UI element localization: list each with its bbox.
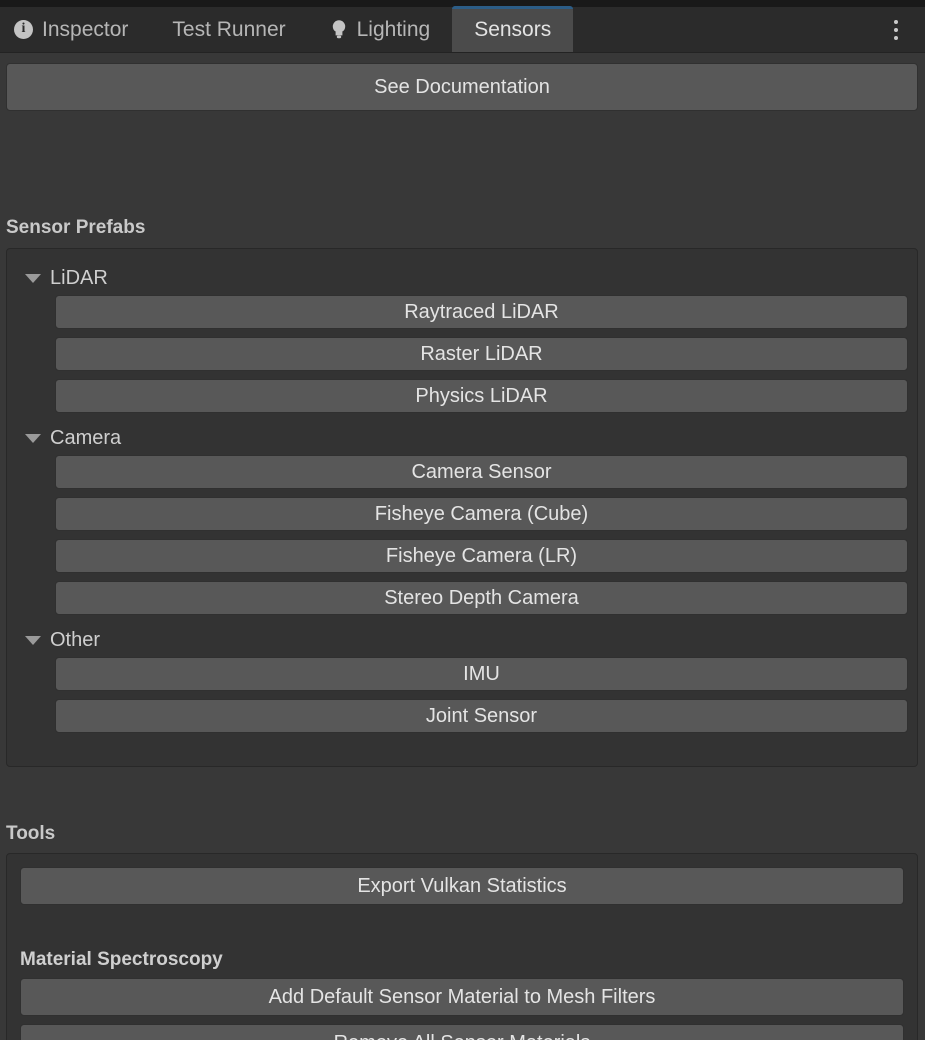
see-documentation-button[interactable]: See Documentation bbox=[6, 63, 918, 111]
remove-all-sensor-materials-button[interactable]: Remove All Sensor Materials bbox=[20, 1024, 904, 1040]
sensor-prefabs-title: Sensor Prefabs bbox=[6, 217, 146, 238]
prefab-button-imu[interactable]: IMU bbox=[55, 657, 908, 691]
tab-test-runner-label: Test Runner bbox=[172, 17, 286, 41]
prefab-button-stereo-depth-camera[interactable]: Stereo Depth Camera bbox=[55, 581, 908, 615]
foldout-other[interactable]: Other bbox=[7, 623, 917, 657]
export-vulkan-statistics-button[interactable]: Export Vulkan Statistics bbox=[20, 867, 904, 905]
tab-bar-menu-button[interactable] bbox=[867, 7, 925, 53]
tab-sensors-label: Sensors bbox=[474, 17, 552, 41]
tab-bar: i Inspector Test Runner Lighting Sensors bbox=[0, 0, 925, 53]
tab-lighting-label: Lighting bbox=[356, 17, 431, 41]
tab-sensors[interactable]: Sensors bbox=[452, 6, 574, 52]
material-spectroscopy-title: Material Spectroscopy bbox=[20, 949, 223, 970]
sensor-prefabs-panel: LiDAR Raytraced LiDAR Raster LiDAR Physi… bbox=[6, 248, 918, 767]
material-spectroscopy-buttons: Add Default Sensor Material to Mesh Filt… bbox=[20, 978, 904, 1040]
prefab-button-physics-lidar[interactable]: Physics LiDAR bbox=[55, 379, 908, 413]
foldout-camera[interactable]: Camera bbox=[7, 421, 917, 455]
tab-inspector[interactable]: i Inspector bbox=[0, 6, 150, 52]
prefab-button-joint-sensor[interactable]: Joint Sensor bbox=[55, 699, 908, 733]
prefab-button-raster-lidar[interactable]: Raster LiDAR bbox=[55, 337, 908, 371]
info-icon: i bbox=[14, 19, 33, 39]
foldout-lidar-label: LiDAR bbox=[50, 267, 108, 289]
chevron-down-icon[interactable] bbox=[25, 433, 41, 443]
group-camera: Camera Camera Sensor Fisheye Camera (Cub… bbox=[7, 421, 917, 615]
chevron-down-icon[interactable] bbox=[25, 273, 41, 283]
tools-panel: Export Vulkan Statistics Material Spectr… bbox=[6, 853, 918, 1040]
group-camera-buttons: Camera Sensor Fisheye Camera (Cube) Fish… bbox=[7, 455, 917, 615]
tab-lighting[interactable]: Lighting bbox=[308, 6, 453, 52]
chevron-down-icon[interactable] bbox=[25, 635, 41, 645]
add-default-sensor-material-button[interactable]: Add Default Sensor Material to Mesh Filt… bbox=[20, 978, 904, 1016]
tools-title: Tools bbox=[6, 823, 56, 844]
group-other-buttons: IMU Joint Sensor bbox=[7, 657, 917, 733]
tab-inspector-label: Inspector bbox=[42, 17, 129, 41]
group-other: Other IMU Joint Sensor bbox=[7, 623, 917, 733]
group-lidar-buttons: Raytraced LiDAR Raster LiDAR Physics LiD… bbox=[7, 295, 917, 413]
tab-strip: i Inspector Test Runner Lighting Sensors bbox=[0, 6, 867, 53]
foldout-other-label: Other bbox=[50, 629, 101, 651]
bulb-icon bbox=[332, 20, 345, 39]
foldout-camera-label: Camera bbox=[50, 427, 122, 449]
prefab-button-camera-sensor[interactable]: Camera Sensor bbox=[55, 455, 908, 489]
foldout-lidar[interactable]: LiDAR bbox=[7, 261, 917, 295]
sensors-panel: See Documentation Sensor Prefabs LiDAR R… bbox=[0, 53, 925, 1040]
prefab-button-fisheye-camera-lr[interactable]: Fisheye Camera (LR) bbox=[55, 539, 908, 573]
tools-content: Export Vulkan Statistics Material Spectr… bbox=[7, 854, 917, 1040]
kebab-menu-icon bbox=[894, 19, 898, 40]
sensor-prefab-groups: LiDAR Raytraced LiDAR Raster LiDAR Physi… bbox=[7, 249, 917, 733]
group-lidar: LiDAR Raytraced LiDAR Raster LiDAR Physi… bbox=[7, 261, 917, 413]
tab-test-runner[interactable]: Test Runner bbox=[150, 6, 307, 52]
prefab-button-raytraced-lidar[interactable]: Raytraced LiDAR bbox=[55, 295, 908, 329]
prefab-button-fisheye-camera-cube[interactable]: Fisheye Camera (Cube) bbox=[55, 497, 908, 531]
